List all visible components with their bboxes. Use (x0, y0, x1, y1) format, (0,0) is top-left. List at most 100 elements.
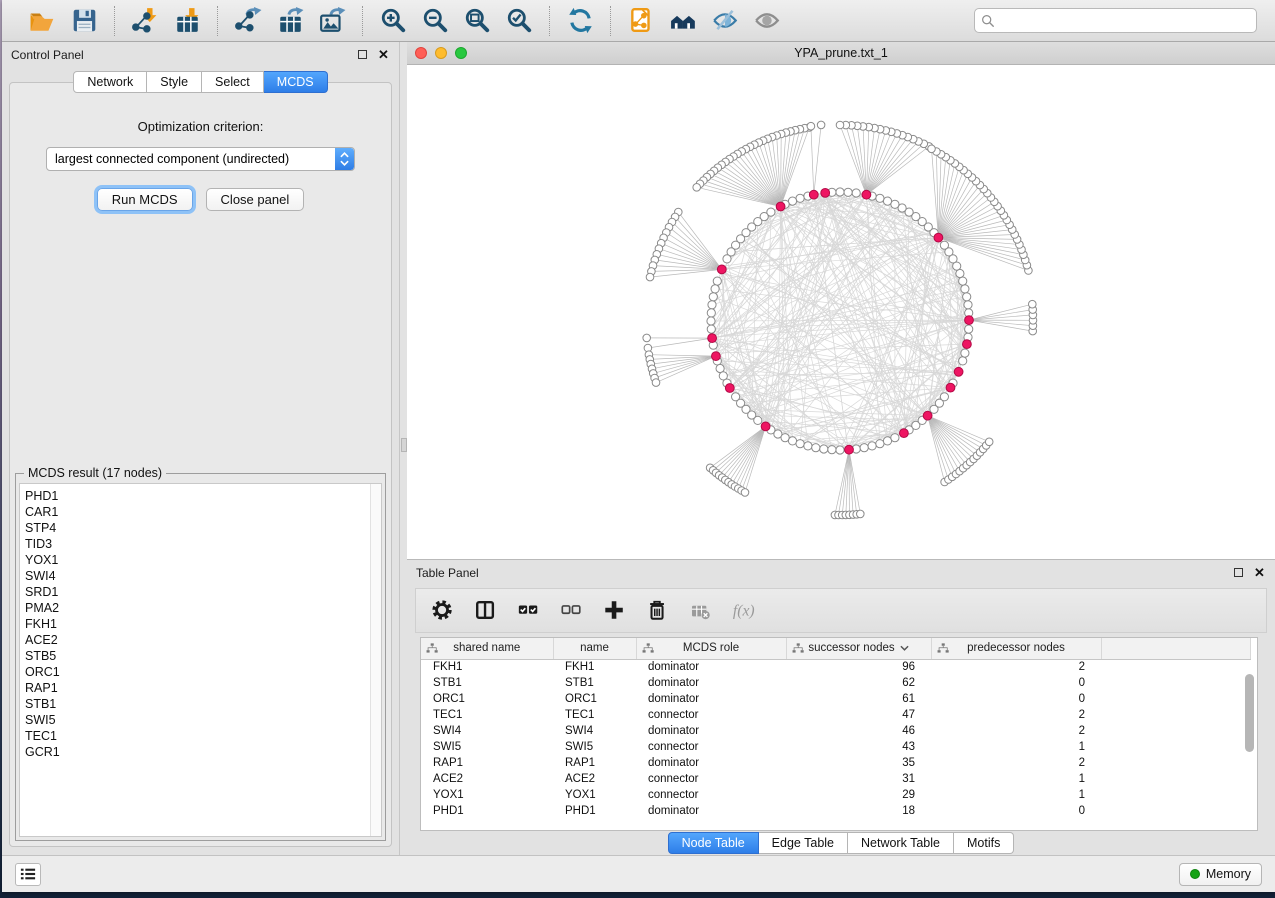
cell[interactable]: SWI5 (553, 739, 636, 755)
close-table-panel-icon[interactable]: ✕ (1253, 566, 1266, 579)
open-file-button[interactable] (26, 5, 58, 37)
table-row[interactable]: STB1STB1dominator620 (421, 675, 1251, 691)
search-box[interactable] (974, 8, 1257, 33)
mcds-result-item[interactable]: TEC1 (25, 728, 370, 744)
cell[interactable]: 61 (786, 691, 931, 707)
cell[interactable]: PHD1 (553, 803, 636, 819)
cell[interactable]: 35 (786, 755, 931, 771)
mcds-result-item[interactable]: SRD1 (25, 584, 370, 600)
cell[interactable]: 96 (786, 659, 931, 675)
cell[interactable]: dominator (636, 659, 786, 675)
cell[interactable]: RAP1 (553, 755, 636, 771)
cell[interactable]: ACE2 (421, 771, 553, 787)
cell[interactable]: dominator (636, 755, 786, 771)
split-panel-button[interactable] (471, 597, 499, 625)
cell[interactable]: 18 (786, 803, 931, 819)
mcds-result-item[interactable]: ORC1 (25, 664, 370, 680)
run-mcds-button[interactable]: Run MCDS (97, 188, 193, 211)
cell[interactable]: dominator (636, 803, 786, 819)
cell[interactable]: STB1 (553, 675, 636, 691)
cell[interactable]: 1 (931, 787, 1101, 803)
cell[interactable]: 47 (786, 707, 931, 723)
tab-style[interactable]: Style (147, 71, 202, 93)
mcds-result-item[interactable]: GCR1 (25, 744, 370, 760)
cell[interactable]: 43 (786, 739, 931, 755)
table-scrollbar[interactable] (1244, 662, 1255, 826)
hide-all-columns-button[interactable] (557, 597, 585, 625)
tab-network-table[interactable]: Network Table (848, 832, 954, 854)
cell[interactable]: TEC1 (553, 707, 636, 723)
float-table-panel-icon[interactable] (1232, 566, 1245, 579)
cell[interactable]: ORC1 (421, 691, 553, 707)
save-session-button[interactable] (68, 5, 100, 37)
cell[interactable]: 2 (931, 707, 1101, 723)
search-networks-button[interactable] (667, 5, 699, 37)
mcds-result-item[interactable]: PHD1 (25, 488, 370, 504)
cell[interactable]: 31 (786, 771, 931, 787)
column-header-name[interactable]: name (553, 638, 636, 659)
zoom-out-button[interactable] (419, 5, 451, 37)
cell[interactable]: YOX1 (553, 787, 636, 803)
cell[interactable]: 46 (786, 723, 931, 739)
cell[interactable]: RAP1 (421, 755, 553, 771)
tab-node-table[interactable]: Node Table (668, 832, 759, 854)
task-history-button[interactable] (15, 863, 41, 886)
cell[interactable]: 62 (786, 675, 931, 691)
cell[interactable]: connector (636, 771, 786, 787)
refresh-button[interactable] (564, 5, 596, 37)
mcds-result-item[interactable]: PMA2 (25, 600, 370, 616)
table-row[interactable]: FKH1FKH1dominator962 (421, 659, 1251, 675)
cell[interactable]: 2 (931, 755, 1101, 771)
cell[interactable]: STB1 (421, 675, 553, 691)
cell[interactable]: dominator (636, 723, 786, 739)
mcds-result-item[interactable]: SWI4 (25, 568, 370, 584)
cell[interactable]: FKH1 (553, 659, 636, 675)
mcds-result-item[interactable]: CAR1 (25, 504, 370, 520)
zoom-in-button[interactable] (377, 5, 409, 37)
cell[interactable]: 2 (931, 723, 1101, 739)
panel-splitter[interactable] (399, 42, 407, 855)
export-table-button[interactable] (274, 5, 306, 37)
tab-network[interactable]: Network (73, 71, 147, 93)
cell[interactable]: connector (636, 707, 786, 723)
column-header-MCDS-role[interactable]: MCDS role (636, 638, 786, 659)
show-all-columns-button[interactable] (514, 597, 542, 625)
table-row[interactable]: SWI5SWI5connector431 (421, 739, 1251, 755)
close-panel-icon[interactable]: ✕ (377, 48, 390, 61)
cell[interactable]: 1 (931, 771, 1101, 787)
cell[interactable]: dominator (636, 675, 786, 691)
cell[interactable]: FKH1 (421, 659, 553, 675)
table-row[interactable]: ORC1ORC1dominator610 (421, 691, 1251, 707)
mcds-result-item[interactable]: SWI5 (25, 712, 370, 728)
cell[interactable]: SWI4 (421, 723, 553, 739)
search-input[interactable] (1000, 14, 1250, 28)
show-graphics-details-button[interactable] (751, 5, 783, 37)
cell[interactable]: 29 (786, 787, 931, 803)
export-image-button[interactable] (316, 5, 348, 37)
clone-network-button[interactable] (625, 5, 657, 37)
mcds-list-scrollbar[interactable] (370, 484, 381, 836)
memory-button[interactable]: Memory (1179, 863, 1262, 886)
hide-graphics-details-button[interactable] (709, 5, 741, 37)
cell[interactable]: 0 (931, 803, 1101, 819)
add-column-button[interactable] (600, 597, 628, 625)
close-panel-button[interactable]: Close panel (206, 188, 305, 211)
table-row[interactable]: PHD1PHD1dominator180 (421, 803, 1251, 819)
mcds-result-item[interactable]: ACE2 (25, 632, 370, 648)
table-row[interactable]: YOX1YOX1connector291 (421, 787, 1251, 803)
cell[interactable]: SWI5 (421, 739, 553, 755)
cell[interactable]: connector (636, 739, 786, 755)
cell[interactable]: ACE2 (553, 771, 636, 787)
delete-column-button[interactable] (643, 597, 671, 625)
tab-edge-table[interactable]: Edge Table (759, 832, 848, 854)
cell[interactable]: 0 (931, 691, 1101, 707)
table-row[interactable]: ACE2ACE2connector311 (421, 771, 1251, 787)
optimization-dropdown[interactable]: largest connected component (undirected) (46, 147, 355, 171)
cell[interactable]: YOX1 (421, 787, 553, 803)
mcds-result-item[interactable]: YOX1 (25, 552, 370, 568)
mcds-result-item[interactable]: FKH1 (25, 616, 370, 632)
tab-motifs[interactable]: Motifs (954, 832, 1014, 854)
column-header-predecessor-nodes[interactable]: predecessor nodes (931, 638, 1101, 659)
cell[interactable]: connector (636, 787, 786, 803)
import-network-button[interactable] (129, 5, 161, 37)
